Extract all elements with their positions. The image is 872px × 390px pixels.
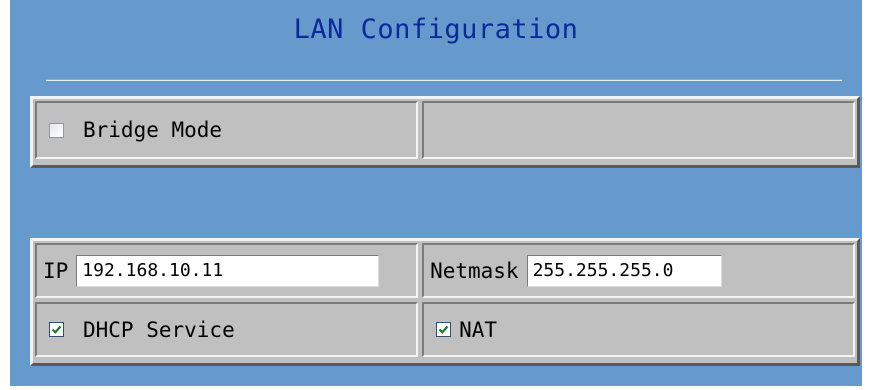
netmask-cell: Netmask	[422, 243, 855, 298]
ip-input[interactable]	[76, 254, 380, 287]
bridge-mode-row: Bridge Mode	[35, 101, 855, 159]
nat-label: NAT	[459, 317, 497, 342]
empty-cell	[422, 101, 855, 159]
nat-checkbox[interactable]	[436, 322, 452, 337]
netmask-input[interactable]	[526, 254, 722, 287]
page-title: LAN Configuration	[293, 14, 579, 45]
address-row: IP Netmask	[35, 243, 855, 298]
services-row: DHCP Service NAT	[35, 302, 855, 357]
dhcp-service-label: DHCP Service	[83, 317, 235, 342]
nat-cell: NAT	[422, 302, 855, 357]
network-settings-table: IP Netmask DHCP Service	[30, 238, 860, 366]
netmask-label: Netmask	[430, 258, 519, 283]
checkmark-icon	[51, 325, 62, 334]
ip-label: IP	[43, 258, 69, 283]
bridge-mode-checkbox[interactable]	[49, 122, 64, 138]
checkmark-icon	[438, 325, 449, 334]
dhcp-service-checkbox[interactable]	[49, 322, 64, 337]
bridge-mode-table: Bridge Mode	[30, 96, 860, 168]
lan-config-panel: LAN Configuration Bridge Mode IP Netmask	[10, 0, 862, 386]
bridge-mode-cell: Bridge Mode	[35, 101, 419, 159]
ip-cell: IP	[35, 243, 419, 298]
dhcp-service-cell: DHCP Service	[35, 302, 419, 357]
title-divider	[46, 79, 842, 81]
bridge-mode-label: Bridge Mode	[83, 118, 223, 142]
